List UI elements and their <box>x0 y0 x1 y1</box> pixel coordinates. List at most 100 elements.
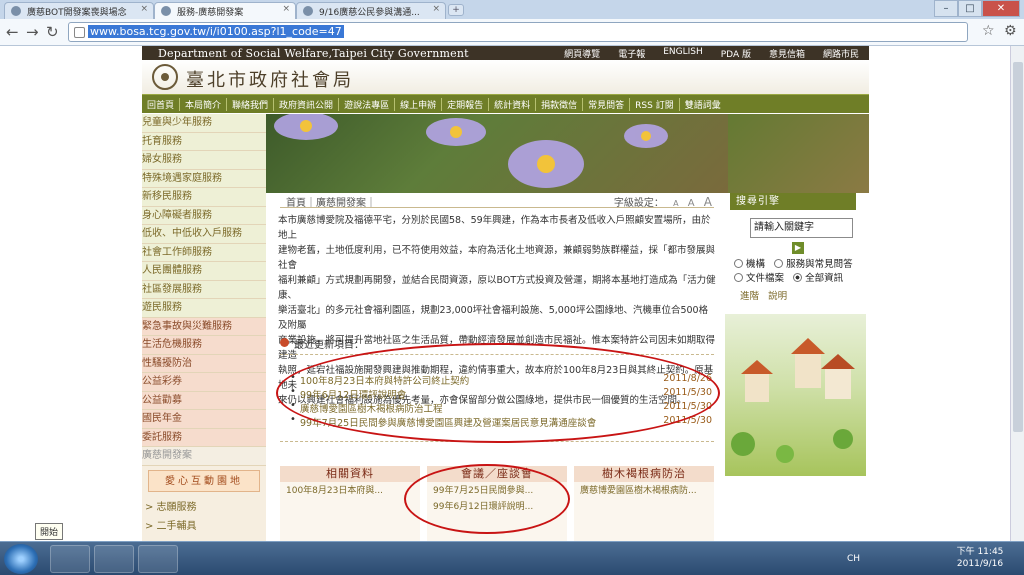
bureau-title[interactable]: 臺北市政府社會局 <box>186 66 354 92</box>
browser-tab-1[interactable]: 廣慈BOT開發案喪與場念 × <box>4 2 154 19</box>
box-link[interactable]: 100年8月23日本府與... <box>280 482 420 498</box>
url-text[interactable]: www.bosa.tcg.gov.tw/i/i0100.asp?l1_code=… <box>88 25 344 38</box>
close-window-icon[interactable]: ✕ <box>982 0 1020 17</box>
tab-title: 廣慈BOT開發案喪與場念 <box>27 8 127 18</box>
annotation-circle-meetings <box>404 464 570 534</box>
right-banner <box>728 114 869 193</box>
ime-indicator[interactable]: CH <box>847 554 860 564</box>
breadcrumb[interactable]: 首頁｜廣慈開發案｜ <box>286 194 376 209</box>
nav-reports[interactable]: 定期報告 <box>442 97 490 111</box>
clock[interactable]: 下午 11:45 2011/9/16 <box>950 546 1010 570</box>
top-link-english[interactable]: ENGLISH <box>663 47 703 60</box>
back-arrow-icon[interactable]: ← <box>6 23 19 41</box>
sidebar-item[interactable]: 性騷擾防治 <box>142 354 266 373</box>
main-nav: 回首頁 本局簡介 聯絡我們 政府資訊公開 遊說法專區 線上申辦 定期報告 統計資… <box>142 94 869 113</box>
sidebar-item[interactable]: 遊民服務 <box>142 299 266 318</box>
nav-donations[interactable]: 捐款徵信 <box>536 97 584 111</box>
nav-glossary[interactable]: 雙語詞彙 <box>680 98 726 111</box>
sidebar-item[interactable]: 身心障礙者服務 <box>142 206 266 225</box>
sidebar-item[interactable]: 社會工作師服務 <box>142 243 266 262</box>
sidebar-item[interactable]: 社區發展服務 <box>142 280 266 299</box>
close-tab-icon[interactable]: × <box>282 4 290 14</box>
radio-icon <box>734 259 743 268</box>
search-go-button[interactable]: ▶ <box>792 242 804 254</box>
scrollbar-thumb[interactable] <box>1013 62 1023 432</box>
nav-contact[interactable]: 聯絡我們 <box>227 97 275 111</box>
advanced-search-link[interactable]: 進階 <box>740 291 759 302</box>
browser-tab-3[interactable]: 9/16廣慈公民參與溝通... × <box>296 2 446 19</box>
sidebar-item[interactable]: 公益彩券 <box>142 373 266 392</box>
sidebar-item[interactable]: 托育服務 <box>142 132 266 151</box>
sidebar-item[interactable]: 新移民服務 <box>142 188 266 207</box>
top-link-newsletter[interactable]: 電子報 <box>618 47 645 60</box>
window-controls: – □ ✕ <box>934 0 1020 18</box>
wrench-icon[interactable]: ⚙ <box>1004 23 1017 39</box>
sidebar-item[interactable]: 兒童與少年服務 <box>142 114 266 133</box>
clock-date: 2011/9/16 <box>956 559 1004 569</box>
nav-faq[interactable]: 常見問答 <box>583 97 631 111</box>
favicon-icon <box>11 6 21 16</box>
nav-lobbying[interactable]: 遊說法專區 <box>339 97 396 111</box>
radio-institution[interactable]: 機構 <box>734 259 765 270</box>
city-logo-icon[interactable] <box>152 64 178 90</box>
radio-all-info[interactable]: 全部資訊 <box>793 273 843 284</box>
browser-tab-2[interactable]: 服務-廣慈開發案 × <box>154 2 296 19</box>
love-interaction-banner[interactable]: 愛心互動園地 <box>148 469 260 492</box>
start-button[interactable] <box>4 544 38 574</box>
radio-label: 文件檔案 <box>746 273 785 284</box>
radio-selected-icon <box>793 273 803 282</box>
close-tab-icon[interactable]: × <box>140 4 148 14</box>
nav-open-info[interactable]: 政府資訊公開 <box>274 97 340 111</box>
sidebar-item[interactable]: 特殊境遇家庭服務 <box>142 169 266 188</box>
sidebar-item[interactable]: 緊急事故與災難服務 <box>142 317 266 336</box>
font-size-setting: 字級設定： A A A <box>614 194 712 209</box>
page-scrollbar[interactable] <box>1010 46 1024 541</box>
top-link-sitemap[interactable]: 網頁導覽 <box>564 47 600 60</box>
sidebar-item[interactable]: 生活危機服務 <box>142 336 266 355</box>
font-large-button[interactable]: A <box>704 195 712 209</box>
top-link-mailbox[interactable]: 意見信箱 <box>769 47 805 60</box>
maximize-icon[interactable]: □ <box>958 0 982 17</box>
sidebar-item[interactable]: 公益勸募 <box>142 391 266 410</box>
font-small-button[interactable]: A <box>673 199 678 208</box>
sidebar-item[interactable]: 國民年金 <box>142 410 266 429</box>
bookmark-star-icon[interactable]: ☆ <box>982 23 995 39</box>
sidebar-item[interactable]: 婦女服務 <box>142 151 266 170</box>
close-tab-icon[interactable]: × <box>432 4 440 14</box>
font-medium-button[interactable]: A <box>688 198 695 209</box>
address-bar[interactable]: www.bosa.tcg.gov.tw/i/i0100.asp?l1_code=… <box>68 22 968 42</box>
radio-service-faq[interactable]: 服務與常見問答 <box>774 259 853 270</box>
paint-icon[interactable] <box>138 545 178 573</box>
site-header: 臺北市政府社會局 <box>142 60 869 94</box>
forward-arrow-icon[interactable]: → <box>26 23 39 41</box>
nav-statistics[interactable]: 統計資料 <box>489 97 537 111</box>
breadcrumb-bar: 首頁｜廣慈開發案｜ 字級設定： A A A <box>280 194 714 209</box>
sidebar-item[interactable]: 委託服務 <box>142 428 266 447</box>
explorer-icon[interactable] <box>50 545 90 573</box>
assistive-device-link[interactable]: > 二手輔具 <box>142 515 266 534</box>
sidebar-item[interactable]: 低收、中低收入戶服務 <box>142 225 266 244</box>
nav-about[interactable]: 本局簡介 <box>180 97 228 111</box>
top-link-pda[interactable]: PDA 版 <box>721 47 751 60</box>
box-link[interactable]: 廣慈博愛園區樹木褐根病防... <box>574 482 714 498</box>
radio-documents[interactable]: 文件檔案 <box>734 273 784 284</box>
sidebar-item-current[interactable]: 廣慈開發案 <box>142 447 266 466</box>
new-tab-button[interactable]: + <box>448 4 464 16</box>
sidebar-item[interactable]: 人民團體服務 <box>142 262 266 281</box>
radio-label: 服務與常見問答 <box>786 259 853 270</box>
search-input[interactable]: 請輸入關鍵字 <box>750 218 853 238</box>
browser-tab-bar: 廣慈BOT開發案喪與場念 × 服務-廣慈開發案 × 9/16廣慈公民參與溝通..… <box>0 0 1024 19</box>
clock-time: 下午 11:45 <box>956 547 1004 557</box>
page-icon <box>74 27 85 38</box>
reload-icon[interactable]: ↻ <box>46 23 59 41</box>
nav-rss[interactable]: RSS 訂閱 <box>630 97 680 111</box>
chrome-icon[interactable] <box>94 545 134 573</box>
help-link[interactable]: 說明 <box>768 291 787 302</box>
minimize-icon[interactable]: – <box>934 0 958 17</box>
radio-icon <box>734 273 743 282</box>
volunteer-link[interactable]: > 志願服務 <box>142 496 266 515</box>
department-english-name: Department of Social Welfare,Taipei City… <box>158 47 469 60</box>
nav-home[interactable]: 回首頁 <box>142 97 181 111</box>
top-link-citizen[interactable]: 網路市民 <box>823 47 859 60</box>
nav-online-apply[interactable]: 線上申辦 <box>395 97 443 111</box>
